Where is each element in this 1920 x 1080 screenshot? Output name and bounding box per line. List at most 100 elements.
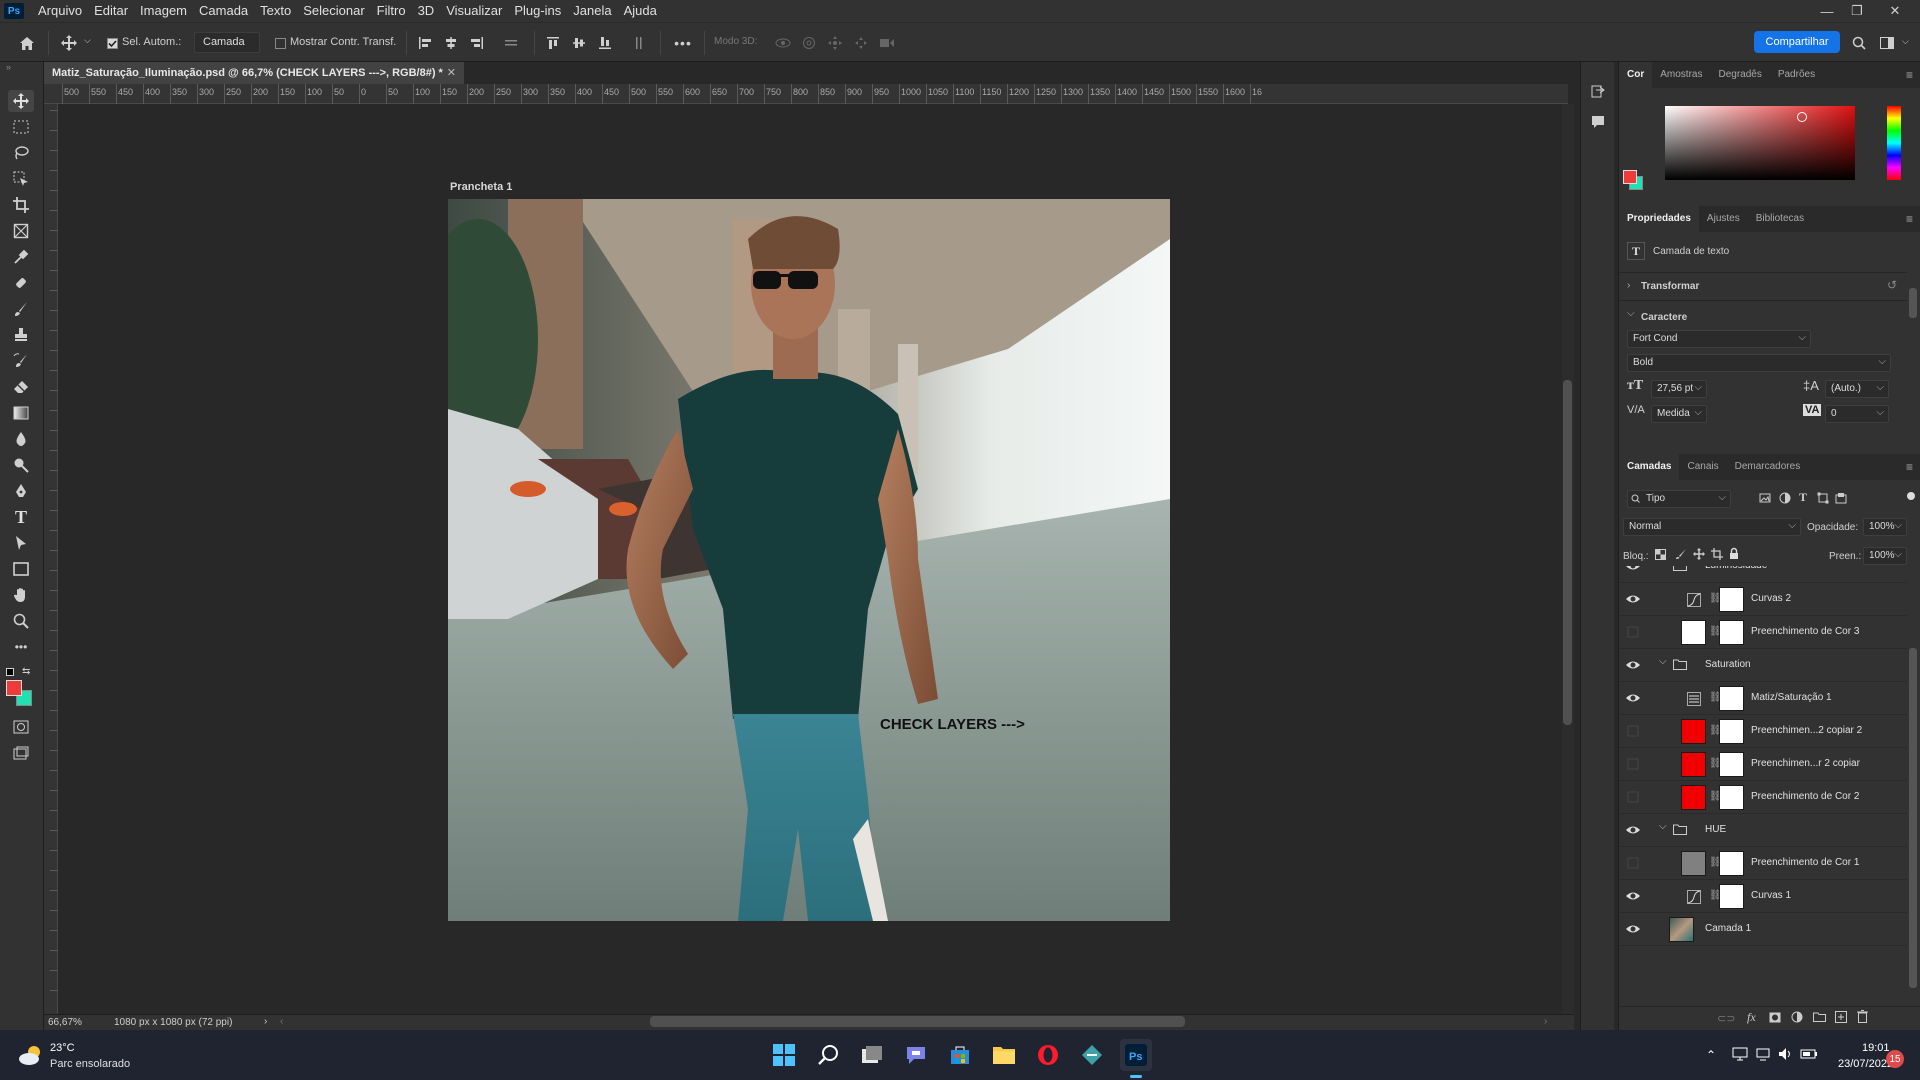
add-mask-icon[interactable] [1769,1012,1781,1023]
layer-row[interactable]: ⛓ Preenchimento de Cor 2 [1619,781,1907,814]
dodge-tool[interactable] [8,454,34,476]
restore-icon[interactable]: ❐ [1842,0,1872,22]
layer-style-icon[interactable]: fx [1747,1010,1756,1025]
notification-badge[interactable]: 15 [1886,1050,1904,1068]
layer-mask-thumbnail[interactable] [1719,686,1744,711]
distribute-icon[interactable] [502,34,520,52]
auto-select-checkbox[interactable] [106,34,118,52]
brush-tool[interactable] [8,298,34,320]
layer-mask-thumbnail[interactable] [1719,851,1744,876]
layer-mask-thumbnail[interactable] [1719,719,1744,744]
eyedropper-tool[interactable] [8,246,34,268]
fill-color-thumbnail[interactable] [1681,752,1706,777]
display-icon[interactable] [1732,1047,1748,1061]
tab-bibliotecas[interactable]: Bibliotecas [1748,206,1812,232]
align-left-icon[interactable] [416,34,434,52]
teams-chat-icon[interactable] [900,1039,932,1071]
chevron-down-icon[interactable]: ⌵ [1659,821,1667,832]
opera-icon[interactable] [1032,1039,1064,1071]
crop-tool[interactable] [8,194,34,216]
lock-all-icon[interactable] [1729,547,1739,560]
layer-row[interactable]: ⌵ HUE [1619,814,1907,847]
home-icon[interactable] [18,34,36,52]
fill-color-thumbnail[interactable] [1681,851,1706,876]
stamp-tool[interactable] [8,324,34,346]
chevron-down-icon[interactable]: ⌵ [84,35,91,46]
tab-ajustes[interactable]: Ajustes [1699,206,1748,232]
align-middle-icon[interactable] [570,34,588,52]
menu-plugins[interactable]: Plug-ins [508,0,567,22]
lock-artboard-icon[interactable] [1711,548,1723,560]
search-icon[interactable] [812,1039,844,1071]
color-picker-handle[interactable] [1797,112,1807,122]
vertical-scroll-thumb[interactable] [1563,380,1572,725]
layer-row[interactable]: ⛓ Preenchimen...2 copiar 2 [1619,715,1907,748]
task-view-icon[interactable] [856,1039,888,1071]
layer-row[interactable]: ⛓ Curvas 2 [1619,583,1907,616]
search-icon[interactable] [1850,34,1868,52]
filter-shape-icon[interactable] [1817,492,1829,504]
app-icon[interactable] [1076,1039,1108,1071]
color-field[interactable] [1665,106,1855,180]
document-tab[interactable]: Matiz_Saturação_Iluminação.psd @ 66,7% (… [44,62,464,84]
tab-amostras[interactable]: Amostras [1652,62,1710,88]
new-group-icon[interactable] [1813,1012,1826,1022]
network-icon[interactable] [1756,1047,1772,1061]
blur-tool[interactable] [8,428,34,450]
store-icon[interactable] [944,1039,976,1071]
weather-temp[interactable]: 23°C [50,1042,75,1054]
blend-mode-dropdown[interactable]: Normal [1623,518,1801,536]
lasso-tool[interactable] [8,142,34,164]
eye-icon[interactable] [1625,566,1641,574]
comments-panel-icon[interactable] [1590,114,1606,130]
file-explorer-icon[interactable] [988,1039,1020,1071]
panel-foreground-swatch[interactable] [1623,170,1637,184]
frame-tool[interactable] [8,220,34,242]
tab-propriedades[interactable]: Propriedades [1619,206,1699,232]
link-layers-icon[interactable]: ⊂⊃ [1717,1012,1735,1025]
layer-filter-dropdown[interactable]: Tipo [1627,490,1731,508]
align-right-icon[interactable] [468,34,486,52]
filter-adjustment-icon[interactable] [1779,492,1791,504]
layer-row[interactable]: Camada 1 [1619,913,1907,946]
font-family-dropdown[interactable]: Fort Cond [1627,330,1811,348]
horizontal-scroll-thumb[interactable] [650,1016,1185,1027]
layer-mask-thumbnail[interactable] [1719,884,1744,909]
tab-demarcadores[interactable]: Demarcadores [1727,454,1809,480]
menu-ajuda[interactable]: Ajuda [618,0,663,22]
layer-row[interactable]: ⛓ Curvas 1 [1619,880,1907,913]
hue-slider[interactable] [1887,106,1901,180]
battery-icon[interactable] [1800,1047,1818,1061]
check-layers-text[interactable]: CHECK LAYERS ---> [880,716,1025,733]
chevron-left-icon[interactable]: ‹ [280,1016,283,1027]
reset-icon[interactable]: ↺ [1887,278,1897,292]
eye-icon[interactable] [1625,822,1641,838]
quick-mask-icon[interactable] [8,716,34,738]
pen-tool[interactable] [8,480,34,502]
layer-mask-thumbnail[interactable] [1719,587,1744,612]
hidden-eye-slot[interactable] [1625,855,1641,871]
move-tool[interactable] [8,90,34,112]
align-top-icon[interactable] [544,34,562,52]
type-tool[interactable]: T [8,506,34,528]
menu-imagem[interactable]: Imagem [134,0,193,22]
layer-row[interactable]: ⌵ Saturation [1619,649,1907,682]
menu-texto[interactable]: Texto [254,0,297,22]
menu-3d[interactable]: 3D [412,0,441,22]
layers-scroll-thumb[interactable] [1909,648,1917,988]
foreground-color-swatch[interactable] [6,680,22,696]
eye-icon[interactable] [1625,921,1641,937]
chevron-down-icon[interactable]: ⌵ [1627,308,1635,319]
panel-menu-icon[interactable]: ≡ [1906,460,1913,474]
zoom-level[interactable]: 66,67% [48,1017,82,1028]
character-section[interactable]: Caractere [1641,312,1687,323]
layer-mask-thumbnail[interactable] [1719,785,1744,810]
hidden-eye-slot[interactable] [1625,789,1641,805]
tab-cor[interactable]: Cor [1619,62,1653,88]
new-layer-icon[interactable] [1835,1011,1847,1023]
clock-date[interactable]: 23/07/2022 [1838,1058,1893,1070]
menu-janela[interactable]: Janela [567,0,617,22]
chevron-down-icon[interactable]: ⌵ [1902,36,1909,47]
artboard-image[interactable]: CHECK LAYERS ---> [448,199,1170,921]
volume-icon[interactable] [1778,1047,1794,1061]
